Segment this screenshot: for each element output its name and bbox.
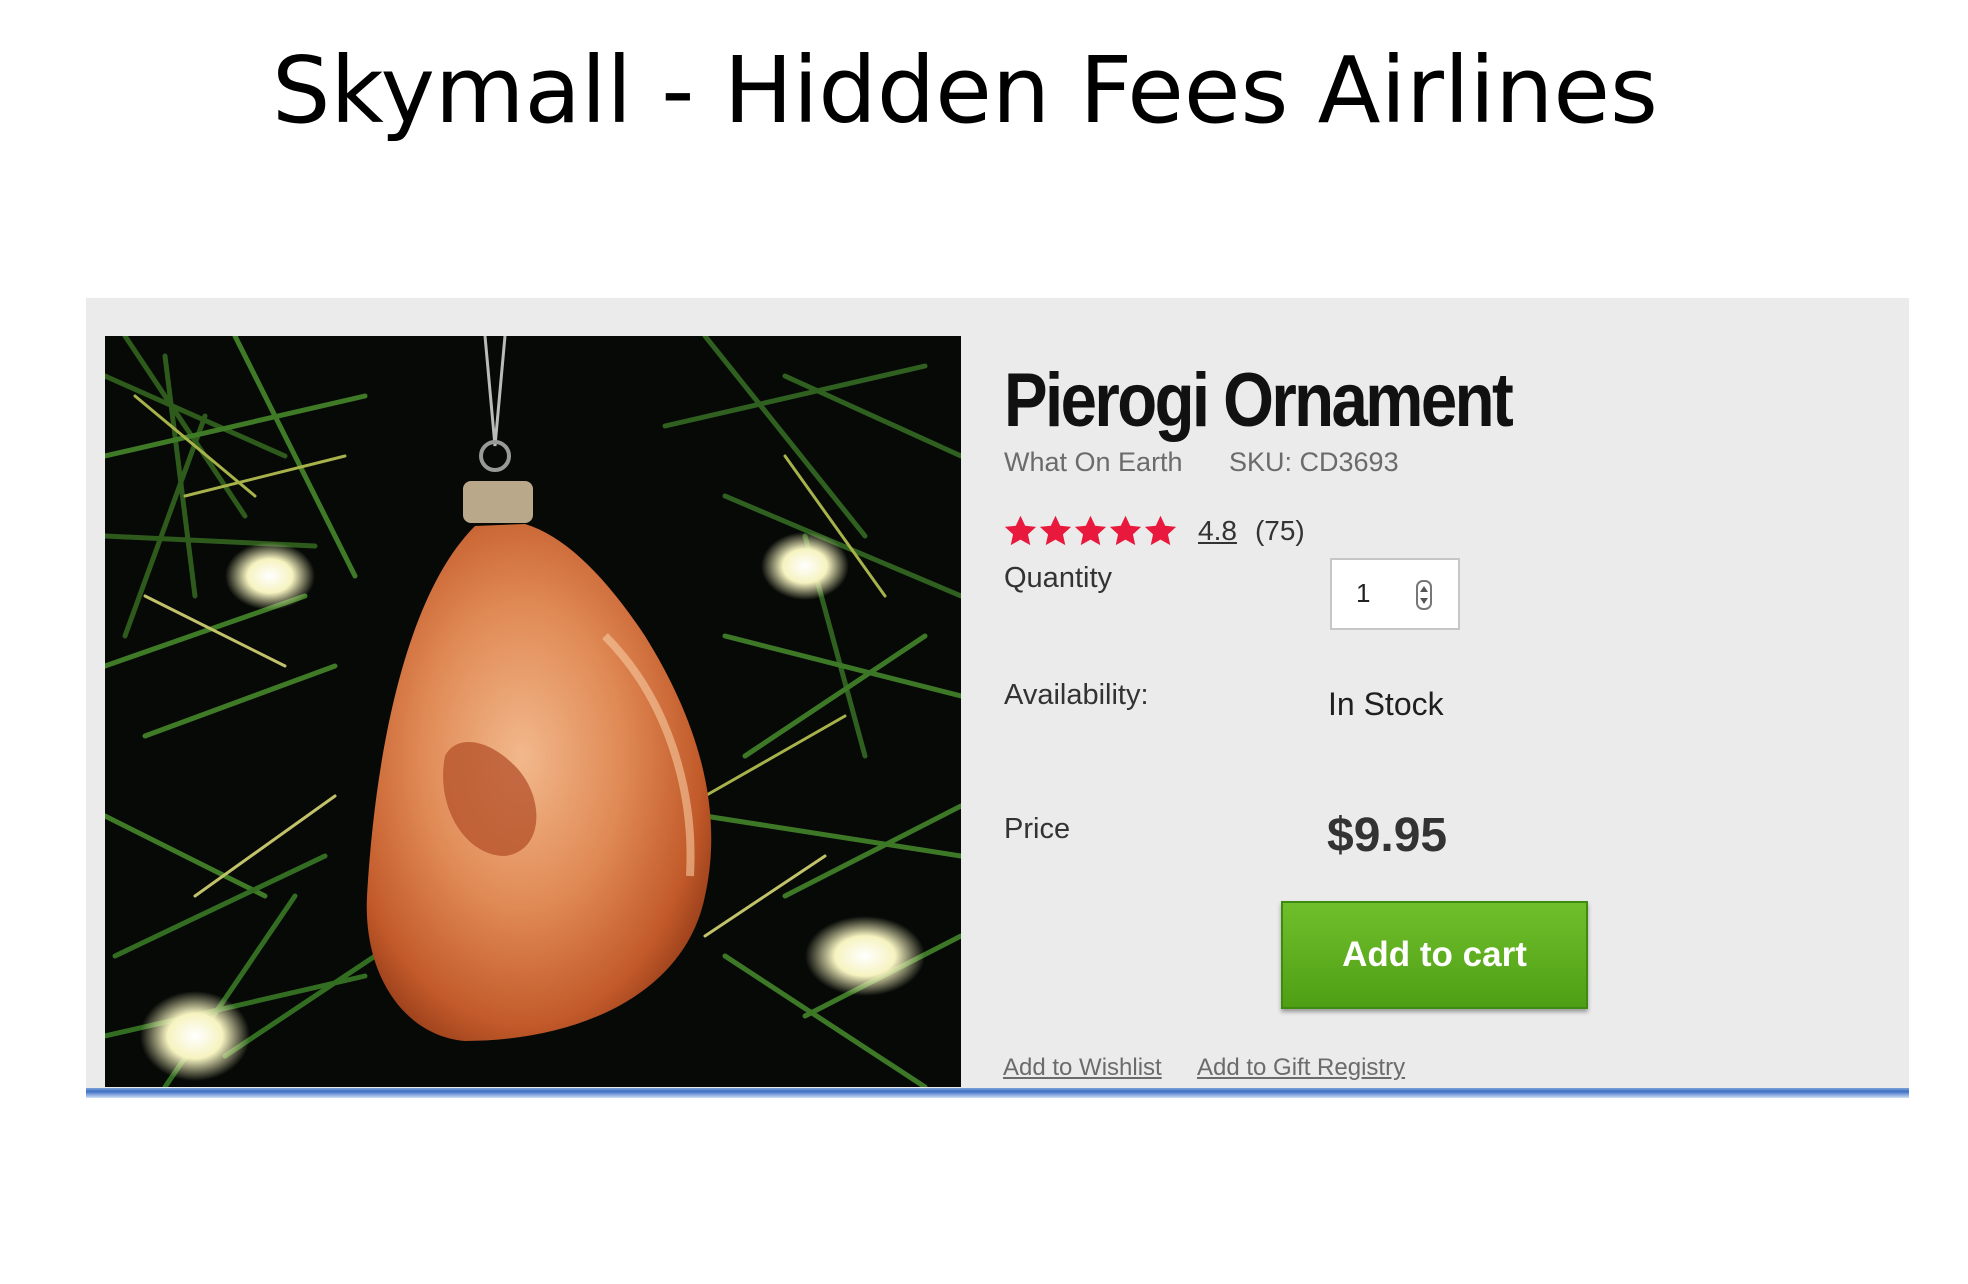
star-icon — [1039, 515, 1072, 546]
star-icon — [1144, 515, 1177, 546]
stepper-arrows-icon[interactable] — [1416, 580, 1432, 610]
quantity-label: Quantity — [1004, 562, 1112, 594]
rating-row: 4.8 (75) — [1003, 508, 1305, 554]
review-count: (75) — [1254, 515, 1305, 546]
add-to-wishlist-link[interactable]: Add to Wishlist — [1003, 1054, 1162, 1082]
availability-status: In Stock — [1328, 686, 1444, 722]
rating-value-link[interactable]: 4.8 — [1198, 515, 1237, 547]
star-icon — [1004, 515, 1037, 546]
sku-text: SKU: CD3693 — [1229, 447, 1399, 477]
slide-title: Skymall - Hidden Fees Airlines — [272, 37, 1658, 144]
product-title: Pierogi Ornament — [1004, 358, 1514, 443]
price-label: Price — [1004, 813, 1071, 845]
add-to-cart-button[interactable]: Add to cart — [1281, 901, 1588, 1009]
brand-name[interactable]: What On Earth — [1004, 447, 1183, 478]
product-image — [105, 336, 961, 1087]
quantity-value[interactable]: 1 — [1356, 578, 1370, 609]
star-icon — [1109, 515, 1142, 546]
add-to-gift-registry-link[interactable]: Add to Gift Registry — [1197, 1054, 1405, 1082]
quantity-stepper[interactable]: 1 — [1330, 558, 1460, 630]
screenshot-bottom-border — [86, 1088, 1909, 1098]
price-value: $9.95 — [1327, 809, 1448, 862]
availability-label: Availability: — [1004, 679, 1149, 711]
star-icon — [1074, 515, 1107, 546]
star-rating — [1003, 513, 1178, 549]
